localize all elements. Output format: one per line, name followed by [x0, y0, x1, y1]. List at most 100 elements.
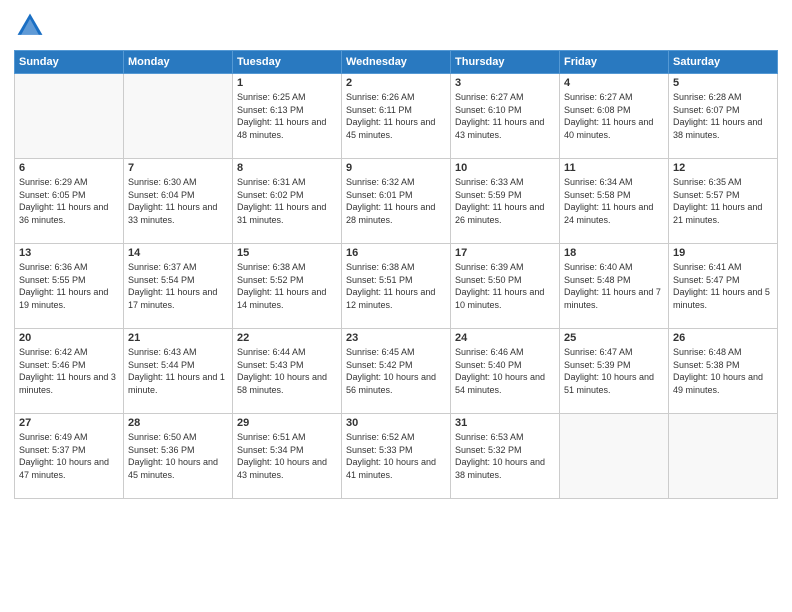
day-info: Sunrise: 6:34 AMSunset: 5:58 PMDaylight:…: [564, 176, 664, 226]
logo: [14, 10, 50, 42]
day-info: Sunrise: 6:39 AMSunset: 5:50 PMDaylight:…: [455, 261, 555, 311]
day-info: Sunrise: 6:33 AMSunset: 5:59 PMDaylight:…: [455, 176, 555, 226]
calendar-day-cell: [15, 74, 124, 159]
day-info: Sunrise: 6:31 AMSunset: 6:02 PMDaylight:…: [237, 176, 337, 226]
calendar-day-cell: 13Sunrise: 6:36 AMSunset: 5:55 PMDayligh…: [15, 244, 124, 329]
calendar-day-cell: 2Sunrise: 6:26 AMSunset: 6:11 PMDaylight…: [342, 74, 451, 159]
day-info: Sunrise: 6:37 AMSunset: 5:54 PMDaylight:…: [128, 261, 228, 311]
day-number: 27: [19, 417, 119, 429]
calendar-day-cell: 7Sunrise: 6:30 AMSunset: 6:04 PMDaylight…: [124, 159, 233, 244]
calendar-day-cell: [560, 414, 669, 499]
day-number: 19: [673, 247, 773, 259]
calendar-day-cell: 31Sunrise: 6:53 AMSunset: 5:32 PMDayligh…: [451, 414, 560, 499]
day-number: 9: [346, 162, 446, 174]
day-number: 20: [19, 332, 119, 344]
day-info: Sunrise: 6:27 AMSunset: 6:10 PMDaylight:…: [455, 91, 555, 141]
weekday-header-monday: Monday: [124, 51, 233, 74]
day-number: 30: [346, 417, 446, 429]
calendar-week-row: 6 Sunrise: 6:29 AMSunset: 6:05 PMDaylight…: [15, 159, 778, 244]
header: [14, 10, 778, 42]
day-number: 12: [673, 162, 773, 174]
logo-icon: [14, 10, 46, 42]
day-info: Sunrise: 6:32 AMSunset: 6:01 PMDaylight:…: [346, 176, 446, 226]
calendar-day-cell: 29 Sunrise: 6:51 AMSunset: 5:34 PMDayligh…: [233, 414, 342, 499]
calendar-day-cell: 8 Sunrise: 6:31 AMSunset: 6:02 PMDaylight…: [233, 159, 342, 244]
day-info: Sunrise: 6:47 AMSunset: 5:39 PMDaylight:…: [564, 346, 664, 396]
calendar-day-cell: 25 Sunrise: 6:47 AMSunset: 5:39 PMDayligh…: [560, 329, 669, 414]
weekday-header-row: SundayMondayTuesdayWednesdayThursdayFrid…: [15, 51, 778, 74]
day-info: Sunrise: 6:43 AMSunset: 5:44 PMDaylight:…: [128, 346, 228, 396]
day-info: Sunrise: 6:46 AMSunset: 5:40 PMDaylight:…: [455, 346, 555, 396]
calendar-day-cell: 26Sunrise: 6:48 AMSunset: 5:38 PMDayligh…: [669, 329, 778, 414]
calendar-day-cell: 19 Sunrise: 6:41 AMSunset: 5:47 PMDayligh…: [669, 244, 778, 329]
day-number: 10: [455, 162, 555, 174]
day-info: Sunrise: 6:38 AMSunset: 5:52 PMDaylight:…: [237, 261, 337, 311]
calendar-day-cell: 20 Sunrise: 6:42 AMSunset: 5:46 PMDayligh…: [15, 329, 124, 414]
calendar-week-row: 27 Sunrise: 6:49 AMSunset: 5:37 PMDayligh…: [15, 414, 778, 499]
day-info: Sunrise: 6:35 AMSunset: 5:57 PMDaylight:…: [673, 176, 773, 226]
day-info: Sunrise: 6:29 AMSunset: 6:05 PMDaylight:…: [19, 176, 119, 226]
calendar-day-cell: 23 Sunrise: 6:45 AMSunset: 5:42 PMDayligh…: [342, 329, 451, 414]
calendar-table: SundayMondayTuesdayWednesdayThursdayFrid…: [14, 50, 778, 499]
day-number: 16: [346, 247, 446, 259]
calendar-day-cell: 14 Sunrise: 6:37 AMSunset: 5:54 PMDayligh…: [124, 244, 233, 329]
day-number: 18: [564, 247, 664, 259]
day-number: 23: [346, 332, 446, 344]
calendar-day-cell: 4 Sunrise: 6:27 AMSunset: 6:08 PMDaylight…: [560, 74, 669, 159]
weekday-header-wednesday: Wednesday: [342, 51, 451, 74]
weekday-header-sunday: Sunday: [15, 51, 124, 74]
calendar-day-cell: [124, 74, 233, 159]
calendar-week-row: 20 Sunrise: 6:42 AMSunset: 5:46 PMDayligh…: [15, 329, 778, 414]
day-info: Sunrise: 6:26 AMSunset: 6:11 PMDaylight:…: [346, 91, 446, 141]
calendar-day-cell: 30 Sunrise: 6:52 AMSunset: 5:33 PMDayligh…: [342, 414, 451, 499]
day-number: 29: [237, 417, 337, 429]
day-info: Sunrise: 6:53 AMSunset: 5:32 PMDaylight:…: [455, 431, 555, 481]
day-number: 8: [237, 162, 337, 174]
calendar-day-cell: 3Sunrise: 6:27 AMSunset: 6:10 PMDaylight…: [451, 74, 560, 159]
calendar-day-cell: 22 Sunrise: 6:44 AMSunset: 5:43 PMDayligh…: [233, 329, 342, 414]
day-info: Sunrise: 6:27 AMSunset: 6:08 PMDaylight:…: [564, 91, 664, 141]
day-info: Sunrise: 6:45 AMSunset: 5:42 PMDaylight:…: [346, 346, 446, 396]
calendar-day-cell: 9 Sunrise: 6:32 AMSunset: 6:01 PMDaylight…: [342, 159, 451, 244]
calendar-week-row: 1 Sunrise: 6:25 AMSunset: 6:13 PMDaylight…: [15, 74, 778, 159]
calendar-day-cell: 18Sunrise: 6:40 AMSunset: 5:48 PMDayligh…: [560, 244, 669, 329]
day-info: Sunrise: 6:42 AMSunset: 5:46 PMDaylight:…: [19, 346, 119, 396]
day-number: 13: [19, 247, 119, 259]
day-number: 24: [455, 332, 555, 344]
day-info: Sunrise: 6:48 AMSunset: 5:38 PMDaylight:…: [673, 346, 773, 396]
day-info: Sunrise: 6:44 AMSunset: 5:43 PMDaylight:…: [237, 346, 337, 396]
weekday-header-saturday: Saturday: [669, 51, 778, 74]
day-info: Sunrise: 6:28 AMSunset: 6:07 PMDaylight:…: [673, 91, 773, 141]
calendar-day-cell: 1 Sunrise: 6:25 AMSunset: 6:13 PMDaylight…: [233, 74, 342, 159]
calendar-day-cell: 28Sunrise: 6:50 AMSunset: 5:36 PMDayligh…: [124, 414, 233, 499]
calendar-day-cell: 21Sunrise: 6:43 AMSunset: 5:44 PMDayligh…: [124, 329, 233, 414]
weekday-header-thursday: Thursday: [451, 51, 560, 74]
day-number: 22: [237, 332, 337, 344]
calendar-day-cell: 11 Sunrise: 6:34 AMSunset: 5:58 PMDayligh…: [560, 159, 669, 244]
weekday-header-tuesday: Tuesday: [233, 51, 342, 74]
day-number: 4: [564, 77, 664, 89]
calendar-day-cell: 27 Sunrise: 6:49 AMSunset: 5:37 PMDayligh…: [15, 414, 124, 499]
day-number: 25: [564, 332, 664, 344]
weekday-header-friday: Friday: [560, 51, 669, 74]
day-number: 1: [237, 77, 337, 89]
calendar-day-cell: 5 Sunrise: 6:28 AMSunset: 6:07 PMDaylight…: [669, 74, 778, 159]
calendar-day-cell: 24 Sunrise: 6:46 AMSunset: 5:40 PMDayligh…: [451, 329, 560, 414]
day-number: 14: [128, 247, 228, 259]
day-number: 17: [455, 247, 555, 259]
calendar-day-cell: 6 Sunrise: 6:29 AMSunset: 6:05 PMDaylight…: [15, 159, 124, 244]
day-info: Sunrise: 6:25 AMSunset: 6:13 PMDaylight:…: [237, 91, 337, 141]
day-number: 6: [19, 162, 119, 174]
day-info: Sunrise: 6:30 AMSunset: 6:04 PMDaylight:…: [128, 176, 228, 226]
day-number: 11: [564, 162, 664, 174]
day-info: Sunrise: 6:50 AMSunset: 5:36 PMDaylight:…: [128, 431, 228, 481]
page: SundayMondayTuesdayWednesdayThursdayFrid…: [0, 0, 792, 612]
day-info: Sunrise: 6:52 AMSunset: 5:33 PMDaylight:…: [346, 431, 446, 481]
day-info: Sunrise: 6:41 AMSunset: 5:47 PMDaylight:…: [673, 261, 773, 311]
day-info: Sunrise: 6:51 AMSunset: 5:34 PMDaylight:…: [237, 431, 337, 481]
day-number: 5: [673, 77, 773, 89]
calendar-week-row: 13Sunrise: 6:36 AMSunset: 5:55 PMDayligh…: [15, 244, 778, 329]
calendar-day-cell: [669, 414, 778, 499]
calendar-day-cell: 10 Sunrise: 6:33 AMSunset: 5:59 PMDayligh…: [451, 159, 560, 244]
day-info: Sunrise: 6:49 AMSunset: 5:37 PMDaylight:…: [19, 431, 119, 481]
